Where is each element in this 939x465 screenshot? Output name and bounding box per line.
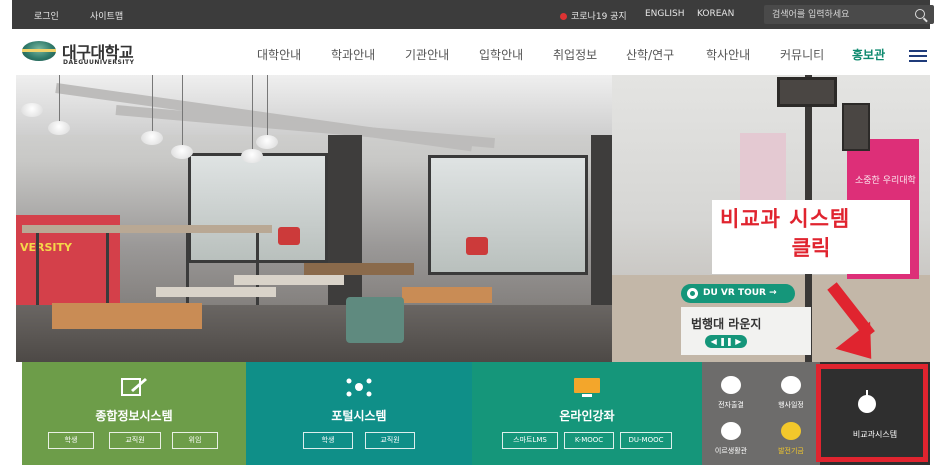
covid-notice-link[interactable]: 코로나19 공지 <box>560 9 627 22</box>
gnb-item-institutions[interactable]: 기관안내 <box>405 46 449 63</box>
alert-dot-icon <box>560 13 567 20</box>
development-fund-link[interactable]: 발전기금 <box>762 418 820 465</box>
place-panel: 법행대 라운지 <box>681 307 811 355</box>
tile-title: 포털시스템 <box>331 409 387 423</box>
gnb-item-research[interactable]: 산학/연구 <box>626 46 674 63</box>
annotation-highlight-box <box>816 364 928 462</box>
logo-english: DAEGUUNIVERSITY <box>63 59 135 66</box>
red-chair <box>278 227 300 245</box>
university-emblem-icon[interactable] <box>22 41 56 61</box>
photo-window <box>428 155 588 275</box>
annotation-callout: 비교과 시스템 클릭 <box>712 200 910 274</box>
vr-tour-button[interactable]: DU VR TOUR → <box>681 284 795 303</box>
slide-pager-controls[interactable]: ◀ ❚❚ ▶ <box>705 335 747 348</box>
main-header: 대구대학교 DAEGUUNIVERSITY 대학안내 학과안내 기관안내 입학안… <box>12 29 930 75</box>
gnb-item-employment[interactable]: 취업정보 <box>553 46 597 63</box>
smart-lms-button[interactable]: 스마트LMS <box>502 432 558 449</box>
annotation-text-system: 비교과 시스템 <box>720 207 851 231</box>
pendant-lamp <box>141 131 163 145</box>
location-pin-icon <box>687 288 698 299</box>
monitor-icon <box>574 378 600 397</box>
du-mooc-button[interactable]: DU-MOOC <box>620 432 672 449</box>
login-delegate-button[interactable]: 위임 <box>172 432 218 449</box>
tile-title: 온라인강좌 <box>559 409 615 423</box>
portal-student-button[interactable]: 학생 <box>303 432 353 449</box>
hand-touch-icon <box>721 376 741 394</box>
tile-integrated-info-system[interactable]: 종합정보시스템 학생 교직원 위임 <box>22 362 246 465</box>
tile-quick-services: 전자출결 행사일정 이르생활관 발전기금 <box>702 362 820 465</box>
building-icon <box>781 376 801 394</box>
dormitory-link[interactable]: 이르생활관 <box>702 418 760 465</box>
network-people-icon <box>346 378 372 397</box>
search-box <box>764 5 934 24</box>
lang-english-link[interactable]: ENGLISH <box>645 9 685 19</box>
low-table <box>156 287 276 297</box>
pencil-note-icon <box>121 378 147 396</box>
pendant-lamp <box>241 149 263 163</box>
annotation-text-click: 클릭 <box>791 236 831 260</box>
hamburger-menu-icon[interactable] <box>909 50 927 62</box>
coin-icon <box>781 422 801 440</box>
pendant-lamp <box>256 135 278 149</box>
sitemap-link[interactable]: 사이트맵 <box>90 9 123 22</box>
gnb-item-about[interactable]: 대학안내 <box>257 46 301 63</box>
low-table <box>234 275 344 285</box>
login-link[interactable]: 로그인 <box>34 9 59 22</box>
tile-portal-system[interactable]: 포털시스템 학생 교직원 <box>246 362 472 465</box>
search-input[interactable] <box>764 5 904 24</box>
pendant-lamp <box>21 103 43 117</box>
pendant-lamp <box>48 121 70 135</box>
green-cube-stool <box>346 297 404 343</box>
tile-title: 종합정보시스템 <box>95 409 173 423</box>
lamp-cord <box>252 75 253 151</box>
table-leg <box>36 233 39 305</box>
top-utility-bar: 로그인 사이트맵 코로나19 공지 ENGLISH KOREAN <box>12 0 934 29</box>
wall-lettering: VERSITY <box>20 241 72 254</box>
lamppost-head <box>777 77 837 107</box>
e-attendance-link[interactable]: 전자출결 <box>702 372 760 422</box>
high-table <box>22 225 272 233</box>
gnb-item-admission[interactable]: 입학안내 <box>479 46 523 63</box>
wooden-bench <box>402 287 492 303</box>
hero-lounge-photo: VERSITY <box>16 75 612 362</box>
login-staff-button[interactable]: 교직원 <box>109 432 161 449</box>
search-icon[interactable] <box>915 9 925 19</box>
pendant-lamp <box>171 145 193 159</box>
tile-online-lectures[interactable]: 온라인강좌 스마트LMS K-MOOC DU-MOOC <box>472 362 702 465</box>
table-leg <box>106 233 109 305</box>
login-student-button[interactable]: 학생 <box>48 432 94 449</box>
home-icon <box>721 422 741 440</box>
photo-pillar <box>328 135 362 315</box>
lamp-cord <box>152 75 153 133</box>
place-name: 법행대 라운지 <box>691 317 762 331</box>
gnb-item-pr[interactable]: 홍보관 <box>852 46 885 63</box>
lamp-cord <box>59 75 60 123</box>
red-chair <box>466 237 488 255</box>
banner-lettering: 소중한 우리대학 <box>855 176 916 186</box>
gnb-item-community[interactable]: 커뮤니티 <box>780 46 824 63</box>
gnb-item-academic[interactable]: 학사안내 <box>706 46 750 63</box>
wooden-bench <box>52 303 202 329</box>
gnb-item-departments[interactable]: 학과안내 <box>331 46 375 63</box>
lamppost-head <box>842 103 870 151</box>
wooden-bench <box>304 263 414 275</box>
k-mooc-button[interactable]: K-MOOC <box>564 432 614 449</box>
lamp-cord <box>267 75 268 137</box>
lang-korean-link[interactable]: KOREAN <box>697 9 734 19</box>
portal-staff-button[interactable]: 교직원 <box>365 432 415 449</box>
event-schedule-link[interactable]: 행사일정 <box>762 372 820 422</box>
lamp-cord <box>182 75 183 147</box>
photo-pillar <box>591 135 612 315</box>
